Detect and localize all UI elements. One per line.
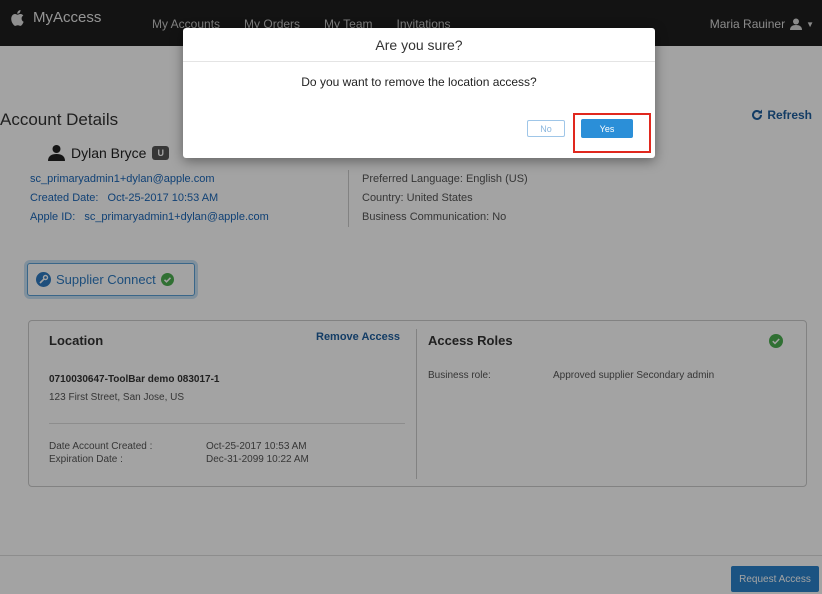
dialog-title: Are you sure? (183, 28, 655, 62)
dialog-message: Do you want to remove the location acces… (301, 75, 537, 89)
highlight-box (573, 113, 651, 153)
no-button[interactable]: No (527, 120, 565, 137)
